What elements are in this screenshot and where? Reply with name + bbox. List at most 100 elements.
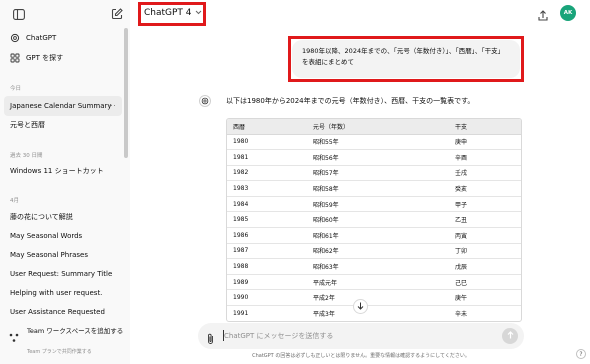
arrow-down-icon [357, 302, 364, 312]
table-cell: 1990 [227, 289, 307, 307]
chatgpt-logo-icon [10, 33, 20, 43]
table-cell: 平成3年 [307, 305, 449, 321]
column-header: 西暦 [227, 119, 307, 135]
era-table: 西暦 元号（年数） 干支 1980 昭和55年 庚申 1981 昭和56年 辛酉 1982 昭… [226, 118, 522, 322]
table-cell: 昭和59年 [307, 196, 449, 213]
new-chat-icon[interactable] [109, 6, 125, 22]
more-options-icon[interactable]: ··· [108, 102, 116, 110]
sidebar-item-chatgpt[interactable]: ChatGPT [4, 28, 122, 48]
section-title-past-30-days: 過去 30 日間 [10, 153, 43, 159]
table-cell: 1984 [227, 196, 307, 213]
sidebar-item-label: ChatGPT [26, 34, 57, 42]
table-body: 1980 昭和55年 庚申 1981 昭和56年 辛酉 1982 昭和57年 壬戌 1983 昭和5… [227, 134, 521, 321]
sidebar-item-history[interactable]: May Seasonal Words [4, 226, 122, 246]
column-header: 元号（年数） [307, 119, 449, 135]
table-row: 1988 昭和63年 戊辰 [227, 258, 521, 275]
column-header: 干支 [449, 119, 521, 135]
sidebar-item-history[interactable]: 元号と西暦 [4, 115, 122, 135]
sidebar-item-history[interactable]: Windows 11 ショートカット [4, 161, 122, 181]
sidebar-item-history[interactable]: 藤の花について解説 [4, 207, 122, 227]
table-row: 1987 昭和62年 丁卯 [227, 243, 521, 260]
table-cell: 1987 [227, 243, 307, 260]
table-cell: 1983 [227, 180, 307, 197]
table-header-row: 西暦 元号（年数） 干支 [227, 119, 521, 135]
table-cell: 戊辰 [449, 258, 521, 275]
table-row: 1985 昭和60年 乙丑 [227, 211, 521, 229]
table-cell: 昭和56年 [307, 149, 449, 166]
message-composer: ChatGPT にメッセージを送信する [198, 323, 524, 349]
table-cell: 1982 [227, 165, 307, 182]
sidebar-item-history[interactable]: Helping with user request. [4, 283, 122, 303]
table-cell: 丁卯 [449, 243, 521, 260]
history-item-label: Japanese Calendar Summary [10, 102, 112, 110]
table-cell: 乙丑 [449, 211, 521, 229]
table-cell: 庚申 [449, 134, 521, 151]
highlight-box-user-message [288, 36, 524, 82]
history-item-label: Windows 11 ショートカット [10, 167, 104, 175]
add-team-workspace-button[interactable]: Team ワークスペースを追加する Team プランで共同作業する [0, 322, 130, 364]
table-cell: 昭和57年 [307, 165, 449, 182]
history-item-label: User Request: Summary Title [10, 270, 113, 278]
history-item-label: May Seasonal Words [10, 232, 83, 240]
arrow-up-icon [507, 331, 514, 341]
table-cell: 昭和62年 [307, 243, 449, 260]
table-cell: 昭和63年 [307, 258, 449, 275]
table-cell: 平成2年 [307, 289, 449, 307]
table-cell: 丙寅 [449, 227, 521, 244]
table-cell: 1986 [227, 227, 307, 244]
table-cell: 1980 [227, 134, 307, 151]
table-row: 1986 昭和61年 丙寅 [227, 227, 521, 244]
table-cell: 平成元年 [307, 274, 449, 291]
section-title-today: 今日 [10, 86, 22, 92]
table-cell: 壬戌 [449, 165, 521, 182]
table-cell: 辛酉 [449, 149, 521, 166]
table-row: 1981 昭和56年 辛酉 [227, 149, 521, 166]
grid-icon [10, 53, 20, 63]
team-subtitle: Team プランで共同作業する [27, 349, 92, 355]
message-input[interactable]: ChatGPT にメッセージを送信する [224, 331, 333, 341]
sidebar: ChatGPT GPT を探す 今日 Japanese Calendar Sum… [0, 0, 130, 364]
history-item-label: Helping with user request. [10, 289, 103, 297]
table-cell: 昭和55年 [307, 134, 449, 151]
table-cell: 庚午 [449, 289, 521, 307]
scroll-down-button[interactable] [353, 299, 368, 314]
table-row: 1989 平成元年 己巳 [227, 274, 521, 291]
table-row: 1990 平成2年 庚午 [227, 289, 521, 307]
disclaimer-text: ChatGPT の回答は必ずしも正しいとは限りません。重要な情報は確認するように… [252, 353, 470, 359]
help-button[interactable]: ? [576, 349, 586, 359]
team-sparkle-icon [8, 329, 20, 348]
history-item-label: User Assistance Requested [10, 308, 105, 316]
table-cell: 1989 [227, 274, 307, 291]
app-window: ChatGPT GPT を探す 今日 Japanese Calendar Sum… [0, 0, 590, 364]
table-row: 1991 平成3年 辛未 [227, 305, 521, 321]
table-cell: 己巳 [449, 274, 521, 291]
table-cell: 昭和60年 [307, 211, 449, 229]
sidebar-scrollbar[interactable] [124, 28, 128, 158]
history-item-label: May Seasonal Phrases [10, 251, 88, 259]
table-row: 1980 昭和55年 庚申 [227, 134, 521, 151]
table-row: 1982 昭和57年 壬戌 [227, 165, 521, 182]
table-cell: 1988 [227, 258, 307, 275]
paperclip-icon[interactable] [206, 330, 215, 349]
table-cell: 1991 [227, 305, 307, 321]
table-cell: 癸亥 [449, 180, 521, 197]
sidebar-item-history[interactable]: May Seasonal Phrases [4, 245, 122, 265]
sidebar-toggle-icon[interactable] [11, 6, 27, 22]
send-button[interactable] [502, 328, 518, 344]
sidebar-item-explore-gpts[interactable]: GPT を探す [4, 48, 122, 68]
avatar[interactable]: AK [560, 5, 576, 21]
sidebar-header [0, 0, 130, 28]
share-icon[interactable] [537, 7, 549, 26]
sidebar-item-label: GPT を探す [26, 54, 64, 62]
sidebar-item-history[interactable]: User Assistance Requested [4, 302, 122, 322]
history-item-label: 元号と西暦 [10, 121, 45, 129]
table-cell: 辛未 [449, 305, 521, 321]
table-cell: 1981 [227, 149, 307, 166]
history-item-label: 藤の花について解説 [10, 213, 73, 221]
section-title-april: 4月 [10, 198, 19, 204]
table-cell: 1985 [227, 211, 307, 229]
sidebar-item-history[interactable]: User Request: Summary Title [4, 264, 122, 284]
table-row: 1983 昭和58年 癸亥 [227, 180, 521, 197]
table-cell: 昭和58年 [307, 180, 449, 197]
sidebar-item-history[interactable]: Japanese Calendar Summary ··· [4, 96, 122, 116]
